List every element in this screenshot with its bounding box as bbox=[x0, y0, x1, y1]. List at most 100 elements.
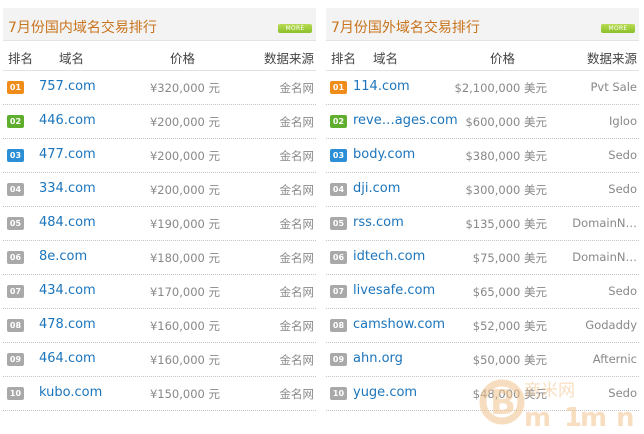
price-value: $50,000 美元 bbox=[472, 353, 547, 367]
rank-badge: 03 bbox=[7, 149, 24, 162]
price-value: ¥170,000 元 bbox=[149, 285, 220, 299]
domain-link[interactable]: yuge.com bbox=[353, 385, 417, 400]
domain-link[interactable]: 334.com bbox=[39, 181, 96, 196]
data-source: Sedo bbox=[608, 182, 637, 196]
domain-link[interactable]: 757.com bbox=[39, 79, 96, 94]
domain-link[interactable]: 477.com bbox=[39, 147, 96, 162]
table-row: 08 camshow.com $52,000 美元 Godaddy bbox=[326, 309, 639, 343]
more-button[interactable]: MORE bbox=[278, 24, 312, 33]
rank-badge: 08 bbox=[7, 319, 24, 332]
table-row: 08 478.com ¥160,000 元 金名网 bbox=[3, 309, 316, 343]
column-header-row: 排名 域名 价格 数据来源 bbox=[326, 41, 639, 71]
ranking-list: 01 114.com $2,100,000 美元 Pvt Sale 02 reve…age… bbox=[326, 71, 639, 411]
domain-link[interactable]: idtech.com bbox=[353, 249, 425, 264]
price-value: $600,000 美元 bbox=[465, 115, 547, 129]
table-row: 05 rss.com $135,000 美元 DomainN… bbox=[326, 207, 639, 241]
price-value: ¥160,000 元 bbox=[149, 353, 220, 367]
rank-badge: 03 bbox=[330, 149, 347, 162]
domain-link[interactable]: rss.com bbox=[353, 215, 404, 230]
domain-link[interactable]: 478.com bbox=[39, 317, 96, 332]
domain-link[interactable]: 434.com bbox=[39, 283, 96, 298]
domain-link[interactable]: 8e.com bbox=[39, 249, 87, 264]
domain-link[interactable]: 484.com bbox=[39, 215, 96, 230]
panel-title: 7月份国内域名交易排行 bbox=[8, 20, 157, 36]
price-value: ¥160,000 元 bbox=[149, 319, 220, 333]
domain-link[interactable]: 464.com bbox=[39, 351, 96, 366]
data-source: 金名网 bbox=[279, 183, 315, 197]
column-header-domain: 域名 bbox=[373, 51, 399, 66]
table-row: 02 446.com ¥200,000 元 金名网 bbox=[3, 105, 316, 139]
price-value: $65,000 美元 bbox=[472, 285, 547, 299]
column-header-row: 排名 域名 价格 数据来源 bbox=[3, 41, 316, 71]
table-row: 01 757.com ¥320,000 元 金名网 bbox=[3, 71, 316, 105]
table-row: 09 ahn.org $50,000 美元 Afternic bbox=[326, 343, 639, 377]
data-source: DomainN… bbox=[572, 250, 637, 264]
domain-link[interactable]: dji.com bbox=[353, 181, 400, 196]
panel-header: 7月份国内域名交易排行 MORE bbox=[3, 8, 316, 41]
table-row: 05 484.com ¥190,000 元 金名网 bbox=[3, 207, 316, 241]
rank-badge: 09 bbox=[330, 353, 347, 366]
price-value: $52,000 美元 bbox=[472, 319, 547, 333]
data-source: Afternic bbox=[592, 352, 637, 366]
domain-link[interactable]: kubo.com bbox=[39, 385, 102, 400]
data-source: Igloo bbox=[609, 114, 637, 128]
data-source: 金名网 bbox=[279, 285, 315, 299]
rank-badge: 06 bbox=[330, 251, 347, 264]
table-row: 04 334.com ¥200,000 元 金名网 bbox=[3, 173, 316, 207]
column-header-rank: 排名 bbox=[8, 51, 34, 66]
rank-badge: 09 bbox=[7, 353, 24, 366]
data-source: Sedo bbox=[608, 386, 637, 400]
more-button[interactable]: MORE bbox=[601, 24, 635, 33]
table-row: 10 kubo.com ¥150,000 元 金名网 bbox=[3, 377, 316, 411]
rank-badge: 06 bbox=[7, 251, 24, 264]
column-header-price: 价格 bbox=[170, 51, 196, 66]
table-row: 09 464.com ¥160,000 元 金名网 bbox=[3, 343, 316, 377]
domain-link[interactable]: 446.com bbox=[39, 113, 96, 128]
domestic-ranking-panel: 7月份国内域名交易排行 MORE 排名 域名 价格 数据来源 01 757.com… bbox=[3, 8, 316, 411]
rank-badge: 02 bbox=[7, 115, 24, 128]
price-value: $380,000 美元 bbox=[465, 149, 547, 163]
domain-link[interactable]: body.com bbox=[353, 147, 415, 162]
price-value: ¥200,000 元 bbox=[149, 183, 220, 197]
price-value: ¥200,000 元 bbox=[149, 149, 220, 163]
table-row: 04 dji.com $300,000 美元 Sedo bbox=[326, 173, 639, 207]
data-source: Pvt Sale bbox=[590, 80, 637, 94]
data-source: Sedo bbox=[608, 148, 637, 162]
data-source: DomainN… bbox=[572, 216, 637, 230]
table-row: 03 477.com ¥200,000 元 金名网 bbox=[3, 139, 316, 173]
domain-link[interactable]: 114.com bbox=[353, 79, 410, 94]
rank-badge: 07 bbox=[7, 285, 24, 298]
column-header-domain: 域名 bbox=[59, 51, 85, 66]
rank-badge: 05 bbox=[330, 217, 347, 230]
data-source: Godaddy bbox=[585, 318, 637, 332]
rank-badge: 10 bbox=[7, 387, 24, 400]
data-source: 金名网 bbox=[279, 217, 315, 231]
price-value: $135,000 美元 bbox=[465, 217, 547, 231]
ranking-list: 01 757.com ¥320,000 元金名网 02 446.com ¥200,000 … bbox=[3, 71, 316, 411]
column-header-price: 价格 bbox=[490, 51, 516, 66]
data-source: 金名网 bbox=[279, 251, 315, 265]
rank-badge: 01 bbox=[330, 81, 347, 94]
rank-badge: 02 bbox=[330, 115, 347, 128]
data-source: 金名网 bbox=[279, 81, 315, 95]
price-value: $2,100,000 美元 bbox=[454, 81, 548, 95]
panel-header: 7月份国外域名交易排行 MORE bbox=[326, 8, 639, 41]
data-source: 金名网 bbox=[279, 353, 315, 367]
table-row: 10 yuge.com $48,000 美元 Sedo bbox=[326, 377, 639, 411]
rank-badge: 01 bbox=[7, 81, 24, 94]
data-source: 金名网 bbox=[279, 319, 315, 333]
domain-link[interactable]: livesafe.com bbox=[353, 283, 435, 298]
table-row: 01 114.com $2,100,000 美元 Pvt Sale bbox=[326, 71, 639, 105]
foreign-ranking-panel: 7月份国外域名交易排行 MORE 排名 域名 价格 数据来源 01 114.com… bbox=[326, 8, 639, 411]
domain-link[interactable]: camshow.com bbox=[353, 317, 445, 332]
domain-link[interactable]: ahn.org bbox=[353, 351, 403, 366]
data-source: Sedo bbox=[608, 284, 637, 298]
rank-badge: 08 bbox=[330, 319, 347, 332]
rank-badge: 07 bbox=[330, 285, 347, 298]
column-header-source: 数据来源 bbox=[263, 51, 314, 66]
price-value: ¥200,000 元 bbox=[149, 115, 220, 129]
price-value: ¥190,000 元 bbox=[149, 217, 220, 231]
rank-badge: 04 bbox=[7, 183, 24, 196]
price-value: $48,000 美元 bbox=[472, 387, 547, 401]
price-value: $300,000 美元 bbox=[465, 183, 547, 197]
